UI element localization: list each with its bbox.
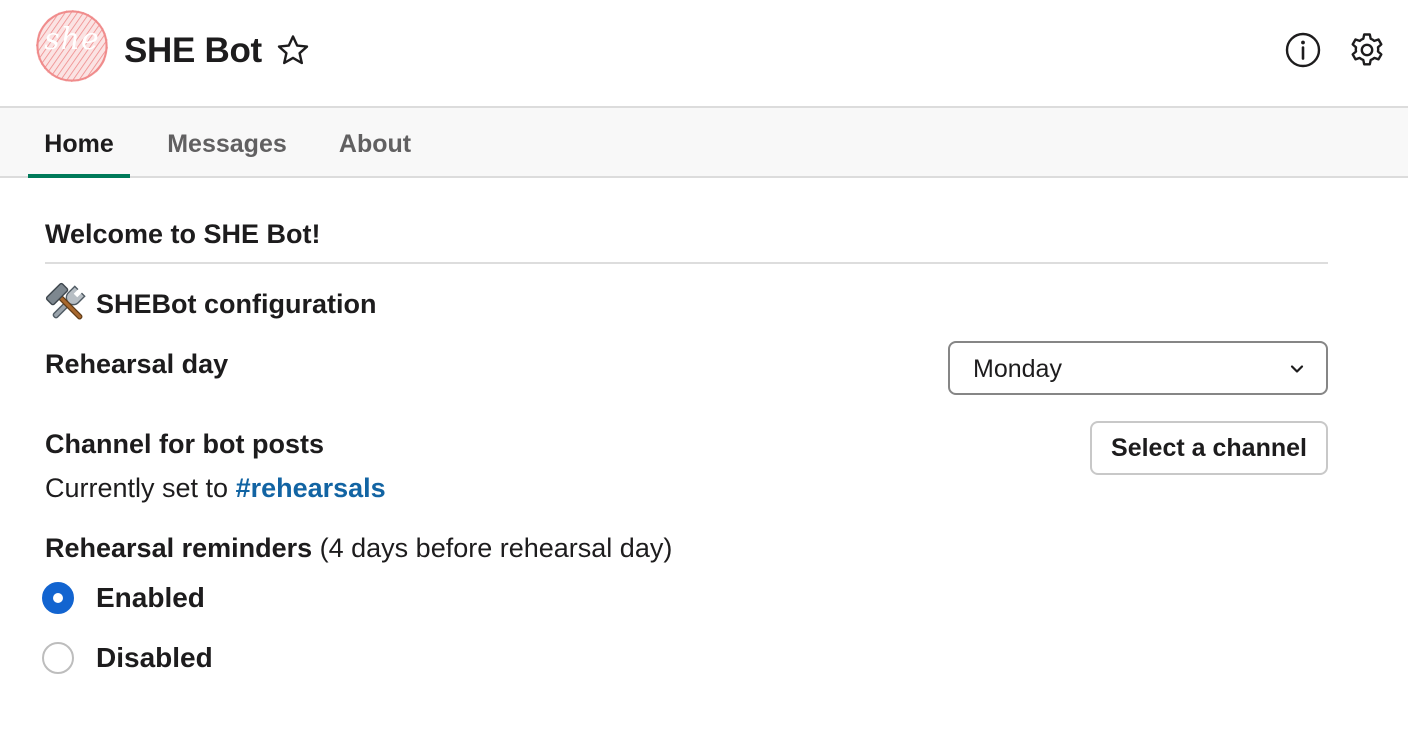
radio-dot <box>53 593 63 603</box>
info-icon[interactable] <box>1284 31 1322 69</box>
gear-icon[interactable] <box>1348 31 1386 69</box>
tab-messages[interactable]: Messages <box>156 108 298 178</box>
rehearsal-day-select[interactable]: Monday <box>948 341 1328 395</box>
section-divider <box>45 262 1328 264</box>
current-channel-text: Currently set to #rehearsals <box>45 468 386 508</box>
reminders-note: (4 days before rehearsal day) <box>312 533 673 563</box>
radio-disabled[interactable] <box>42 642 74 674</box>
config-title: SHEBot configuration <box>96 289 377 319</box>
channel-label: Channel for bot posts <box>45 429 324 459</box>
radio-enabled[interactable] <box>42 582 74 614</box>
rehearsal-day-label: Rehearsal day <box>45 349 229 379</box>
select-channel-button[interactable]: Select a channel <box>1090 421 1328 475</box>
logo-text: she <box>44 22 100 57</box>
welcome-heading: Welcome to SHE Bot! <box>45 219 321 249</box>
radio-enabled-label[interactable]: Enabled <box>96 578 205 618</box>
app-header: she SHE Bot <box>0 0 1408 108</box>
rehearsal-day-selected-value: Monday <box>973 355 1062 383</box>
star-icon[interactable] <box>274 32 312 70</box>
hammer-and-wrench-icon <box>45 282 89 326</box>
chevron-down-icon <box>1290 365 1304 373</box>
tab-bar: Home Messages About <box>0 108 1408 178</box>
active-tab-indicator <box>28 174 130 178</box>
channel-link[interactable]: #rehearsals <box>236 473 386 503</box>
tab-home[interactable]: Home <box>28 108 130 178</box>
app-logo: she <box>36 10 108 82</box>
radio-disabled-label[interactable]: Disabled <box>96 638 213 678</box>
tab-about[interactable]: About <box>324 108 426 178</box>
app-title: SHE Bot <box>124 31 262 70</box>
reminders-title: Rehearsal reminders <box>45 533 313 563</box>
current-channel-prefix: Currently set to <box>45 473 236 503</box>
reminders-label: Rehearsal reminders (4 days before rehea… <box>45 528 672 568</box>
